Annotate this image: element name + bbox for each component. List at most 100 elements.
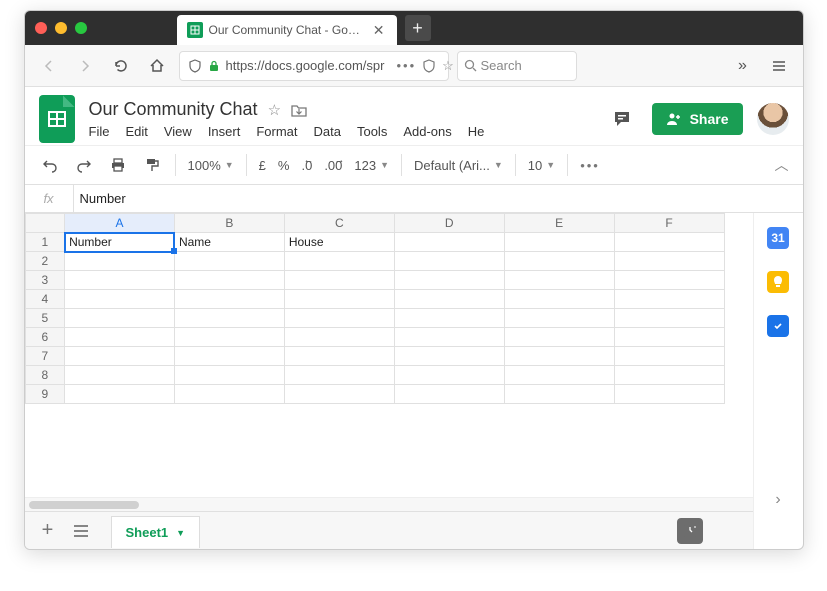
cell[interactable]: [284, 328, 394, 347]
formula-bar-input[interactable]: Number: [74, 191, 126, 206]
menu-tools[interactable]: Tools: [357, 124, 387, 139]
cell[interactable]: [394, 309, 504, 328]
menu-data[interactable]: Data: [314, 124, 341, 139]
cell-D1[interactable]: [394, 233, 504, 252]
cell[interactable]: [65, 309, 175, 328]
overflow-chevron-button[interactable]: »: [729, 52, 757, 80]
sheet-tab-sheet1[interactable]: Sheet1 ▼: [111, 516, 201, 548]
browser-search-box[interactable]: Search: [457, 51, 577, 81]
cell[interactable]: [504, 328, 614, 347]
cell[interactable]: [504, 271, 614, 290]
row-header-9[interactable]: 9: [25, 385, 65, 404]
spreadsheet-grid[interactable]: A B C D E F 1 Number Name House: [25, 213, 753, 497]
cell[interactable]: [174, 328, 284, 347]
cell[interactable]: [174, 309, 284, 328]
cell-C1[interactable]: House: [284, 233, 394, 252]
add-sheet-button[interactable]: +: [35, 519, 61, 542]
undo-button[interactable]: [39, 154, 61, 176]
cell[interactable]: [284, 385, 394, 404]
menu-help[interactable]: He: [468, 124, 485, 139]
col-header-A[interactable]: A: [65, 214, 175, 233]
cell[interactable]: [174, 385, 284, 404]
cell[interactable]: [504, 385, 614, 404]
close-window-button[interactable]: [35, 22, 47, 34]
user-avatar[interactable]: [757, 103, 789, 135]
decrease-decimal-button[interactable]: .0←: [301, 158, 312, 173]
cell[interactable]: [284, 309, 394, 328]
hamburger-menu-button[interactable]: [765, 52, 793, 80]
font-dropdown[interactable]: Default (Ari...▼: [414, 158, 503, 173]
cell[interactable]: [65, 366, 175, 385]
cell[interactable]: [65, 252, 175, 271]
cell[interactable]: [394, 385, 504, 404]
row-header-8[interactable]: 8: [25, 366, 65, 385]
minimize-window-button[interactable]: [55, 22, 67, 34]
collapse-toolbar-button[interactable]: ︿: [775, 155, 789, 175]
cell[interactable]: [614, 347, 724, 366]
cell[interactable]: [394, 252, 504, 271]
cell-A1[interactable]: Number: [65, 233, 175, 252]
more-formats-dropdown[interactable]: 123▼: [354, 158, 389, 173]
cell[interactable]: [394, 290, 504, 309]
cell-F1[interactable]: [614, 233, 724, 252]
cell-B1[interactable]: Name: [174, 233, 284, 252]
cell[interactable]: [614, 290, 724, 309]
document-title[interactable]: Our Community Chat: [89, 99, 258, 120]
cell[interactable]: [65, 347, 175, 366]
reader-shield-icon[interactable]: [422, 59, 436, 73]
cell[interactable]: [614, 328, 724, 347]
cell[interactable]: [394, 366, 504, 385]
increase-decimal-button[interactable]: .00→: [324, 158, 342, 173]
row-header-7[interactable]: 7: [25, 347, 65, 366]
col-header-C[interactable]: C: [284, 214, 394, 233]
menu-view[interactable]: View: [164, 124, 192, 139]
browser-tab[interactable]: Our Community Chat - Google S ✕: [177, 15, 397, 45]
address-bar[interactable]: https://docs.google.com/spr ••• ☆: [179, 51, 449, 81]
cell[interactable]: [65, 290, 175, 309]
cell[interactable]: [614, 366, 724, 385]
tracking-shield-icon[interactable]: [188, 59, 202, 73]
cell[interactable]: [65, 271, 175, 290]
page-actions-icon[interactable]: •••: [396, 58, 416, 73]
print-button[interactable]: [107, 154, 129, 176]
cell[interactable]: [504, 290, 614, 309]
fontsize-dropdown[interactable]: 10▼: [528, 158, 555, 173]
fx-label[interactable]: fx: [25, 191, 73, 206]
share-button[interactable]: Share: [652, 103, 743, 135]
comments-button[interactable]: [606, 103, 638, 135]
all-sheets-button[interactable]: [73, 524, 99, 538]
lock-icon[interactable]: [208, 60, 220, 72]
sheets-logo[interactable]: [39, 95, 75, 143]
zoom-dropdown[interactable]: 100%▼: [188, 158, 234, 173]
row-header-6[interactable]: 6: [25, 328, 65, 347]
cell[interactable]: [614, 385, 724, 404]
bookmark-star-icon[interactable]: ☆: [442, 58, 454, 74]
cell[interactable]: [284, 366, 394, 385]
col-header-B[interactable]: B: [174, 214, 284, 233]
select-all-corner[interactable]: [25, 214, 65, 233]
cell[interactable]: [614, 271, 724, 290]
horizontal-scrollbar[interactable]: [25, 497, 753, 511]
cell[interactable]: [284, 290, 394, 309]
forward-button[interactable]: [71, 52, 99, 80]
cell[interactable]: [504, 252, 614, 271]
explore-button[interactable]: [677, 518, 703, 544]
cell[interactable]: [174, 252, 284, 271]
cell[interactable]: [284, 252, 394, 271]
keep-icon[interactable]: [767, 271, 789, 293]
menu-addons[interactable]: Add-ons: [403, 124, 451, 139]
cell[interactable]: [504, 347, 614, 366]
side-panel-collapse-button[interactable]: ›: [775, 491, 780, 509]
menu-edit[interactable]: Edit: [125, 124, 147, 139]
cell[interactable]: [284, 347, 394, 366]
paint-format-button[interactable]: [141, 154, 163, 176]
back-button[interactable]: [35, 52, 63, 80]
redo-button[interactable]: [73, 154, 95, 176]
row-header-2[interactable]: 2: [25, 252, 65, 271]
scrollbar-thumb[interactable]: [29, 501, 139, 509]
row-header-4[interactable]: 4: [25, 290, 65, 309]
currency-button[interactable]: £: [259, 158, 266, 173]
row-header-3[interactable]: 3: [25, 271, 65, 290]
col-header-E[interactable]: E: [504, 214, 614, 233]
cell[interactable]: [174, 271, 284, 290]
